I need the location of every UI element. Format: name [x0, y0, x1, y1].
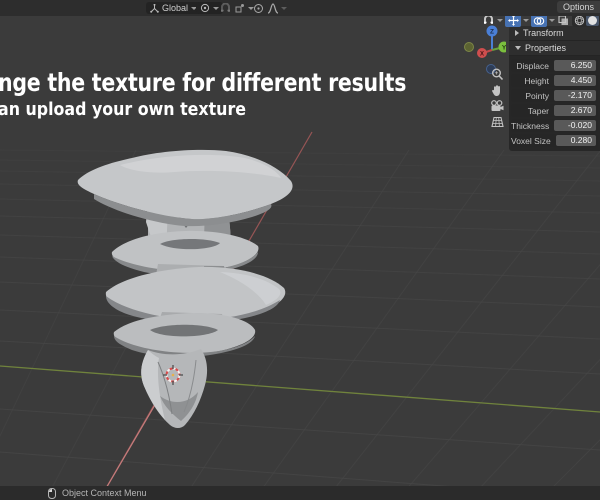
- voxel-size-field[interactable]: 0.280: [555, 135, 596, 146]
- options-button[interactable]: Options: [556, 1, 600, 13]
- expand-arrow-icon: [515, 30, 519, 36]
- panel-header-transform[interactable]: Transform: [509, 26, 600, 41]
- prop-row-thickness: Thickness -0.020: [511, 119, 598, 132]
- headline-line1: nge the texture for different results: [0, 68, 407, 97]
- snap-target-icon: [235, 3, 245, 13]
- zoom-tool-button[interactable]: +: [488, 66, 506, 82]
- collapse-arrow-icon: [515, 46, 521, 50]
- pivot-point-dropdown[interactable]: [196, 2, 223, 14]
- sidebar-panel: Transform Properties Displace 6.250 Heig…: [509, 26, 600, 151]
- shading-solid-button[interactable]: [586, 15, 599, 26]
- orientation-label: Global: [162, 3, 189, 13]
- pan-hand-icon[interactable]: [488, 82, 506, 98]
- pointy-field[interactable]: -2.170: [554, 90, 596, 101]
- prop-label: Voxel Size: [511, 135, 551, 146]
- chevron-down-icon[interactable]: [549, 19, 555, 22]
- solid-sphere-icon: [588, 16, 597, 25]
- thickness-field[interactable]: -0.020: [554, 120, 596, 131]
- gizmo-axis-y-neg[interactable]: [464, 42, 474, 52]
- viewport-header: Global Options: [0, 0, 600, 16]
- viewport-nav-column: Z Y X +: [460, 20, 506, 140]
- chevron-down-icon[interactable]: [497, 19, 503, 22]
- snap-magnet-icon[interactable]: [220, 3, 231, 14]
- prop-label: Pointy: [525, 90, 549, 101]
- svg-text:+: +: [494, 71, 498, 77]
- prop-label: Height: [524, 75, 549, 86]
- falloff-curve-icon[interactable]: [267, 3, 279, 14]
- orientation-axes-icon: [150, 3, 159, 13]
- transform-header-label: Transform: [523, 28, 564, 38]
- perspective-toggle-icon[interactable]: [488, 114, 506, 130]
- displace-field[interactable]: 6.250: [554, 60, 596, 71]
- prop-label: Thickness: [511, 120, 550, 131]
- options-label: Options: [562, 2, 594, 12]
- headline-line2: an upload your own texture: [0, 99, 247, 120]
- chevron-down-icon: [213, 6, 219, 10]
- headline-overlay: nge the texture for different results an…: [0, 68, 496, 120]
- height-field[interactable]: 4.450: [554, 75, 596, 86]
- panel-header-properties[interactable]: Properties: [509, 41, 600, 56]
- prop-row-voxel-size: Voxel Size 0.280: [511, 134, 598, 147]
- pivot-point-icon: [200, 3, 210, 13]
- proportional-editing-icon[interactable]: [253, 3, 264, 14]
- gizmo-y-label: Y: [502, 45, 506, 52]
- prop-row-displace: Displace 6.250: [511, 59, 598, 72]
- gizmo-z-label: Z: [490, 29, 494, 36]
- chevron-down-icon[interactable]: [523, 19, 529, 22]
- prop-row-pointy: Pointy -2.170: [511, 89, 598, 102]
- prop-row-taper: Taper 2.670: [511, 104, 598, 117]
- shading-wireframe-button[interactable]: [574, 15, 585, 26]
- taper-field[interactable]: 2.670: [554, 105, 596, 116]
- prop-label: Taper: [527, 105, 549, 116]
- prop-row-height: Height 4.450: [511, 74, 598, 87]
- properties-body: Displace 6.250 Height 4.450 Pointy -2.17…: [509, 56, 600, 151]
- blender-window: nge the texture for different results an…: [0, 0, 600, 500]
- chevron-down-icon[interactable]: [281, 7, 287, 10]
- transform-orientation-dropdown[interactable]: Global: [146, 2, 202, 14]
- prop-label: Displace: [516, 60, 549, 71]
- status-hint-label: Object Context Menu: [62, 488, 147, 498]
- properties-header-label: Properties: [525, 43, 567, 53]
- mouse-left-click-icon: [48, 487, 56, 499]
- camera-view-icon[interactable]: [488, 98, 506, 114]
- status-bar: Object Context Menu: [0, 486, 600, 500]
- gizmo-x-label: X: [480, 52, 484, 58]
